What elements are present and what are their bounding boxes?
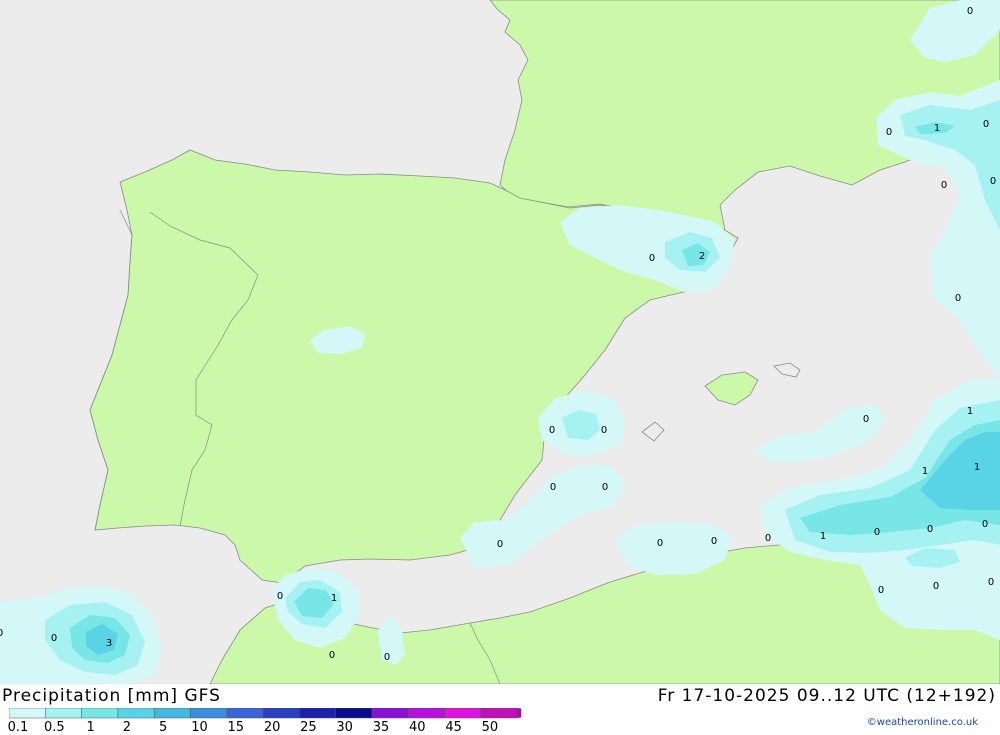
contour-label: 0 — [0, 628, 3, 639]
credit-link[interactable]: ©weatheronline.co.uk — [867, 717, 978, 728]
legend-swatch — [335, 708, 373, 719]
precipitation-map: 0 0 1 0 0 0 0 2 0 0 1 0 0 1 1 0 0 0 0 0 1 0 0 0 0 0 0 0 0 1 0 0 3 0 0 — [0, 0, 1000, 684]
legend-swatch — [226, 708, 264, 719]
contour-label: 0 — [601, 425, 607, 436]
contour-label: 0 — [51, 633, 57, 644]
legend-swatch — [81, 708, 119, 719]
contour-label: 3 — [106, 638, 112, 649]
legend-colorbar — [9, 708, 521, 719]
contour-label: 0 — [863, 414, 869, 425]
contour-label: 0 — [602, 482, 608, 493]
legend-labels: 0.1 0.5 1 2 5 10 15 20 25 30 35 40 45 50 — [0, 720, 520, 735]
contour-label: 0 — [277, 591, 283, 602]
contour-label: 0 — [941, 180, 947, 191]
contour-label: 0 — [874, 527, 880, 538]
contour-label: 0 — [988, 577, 994, 588]
contour-label: 0 — [649, 253, 655, 264]
contour-label: 0 — [878, 585, 884, 596]
legend-swatch — [153, 708, 191, 719]
contour-label: 1 — [331, 593, 337, 604]
contour-label: 0 — [967, 6, 973, 17]
contour-label: 0 — [497, 539, 503, 550]
contour-label: 0 — [549, 425, 555, 436]
map-title: Precipitation [mm] GFS — [2, 686, 221, 706]
contour-label: 0 — [550, 482, 556, 493]
contour-label: 0 — [886, 127, 892, 138]
legend-swatch — [299, 708, 336, 719]
contour-label: 0 — [657, 538, 663, 549]
contour-label: 1 — [934, 123, 940, 134]
contour-label: 0 — [384, 652, 390, 663]
contour-label: 1 — [922, 466, 928, 477]
contour-label: 0 — [765, 533, 771, 544]
contour-label: 0 — [955, 293, 961, 304]
contour-label: 0 — [927, 524, 933, 535]
contour-label: 0 — [990, 176, 996, 187]
contour-label: 2 — [699, 251, 705, 262]
valid-datetime: Fr 17-10-2025 09..12 UTC (12+192) — [657, 686, 996, 706]
legend-swatch — [45, 708, 82, 719]
legend-arrow — [517, 708, 521, 718]
contour-label: 0 — [983, 119, 989, 130]
contour-label: 1 — [820, 531, 826, 542]
map-footer: Precipitation [mm] GFS Fr 17-10-2025 09.… — [0, 684, 1000, 735]
legend-swatch — [262, 708, 300, 719]
legend-swatch — [444, 708, 482, 719]
legend-swatch — [371, 708, 409, 719]
legend-swatch — [190, 708, 228, 719]
map-canvas: 0 0 1 0 0 0 0 2 0 0 1 0 0 1 1 0 0 0 0 0 1 0 0 0 0 0 0 0 0 1 0 0 3 0 0 — [0, 0, 1000, 684]
legend-swatch — [117, 708, 155, 719]
contour-label: 0 — [329, 650, 335, 661]
contour-label: 1 — [967, 406, 973, 417]
legend-swatch — [480, 708, 518, 719]
contour-label: 0 — [711, 536, 717, 547]
contour-label: 0 — [982, 519, 988, 530]
contour-label: 0 — [933, 581, 939, 592]
legend-swatch — [9, 708, 46, 719]
legend-swatch — [408, 708, 445, 719]
contour-label: 1 — [974, 462, 980, 473]
